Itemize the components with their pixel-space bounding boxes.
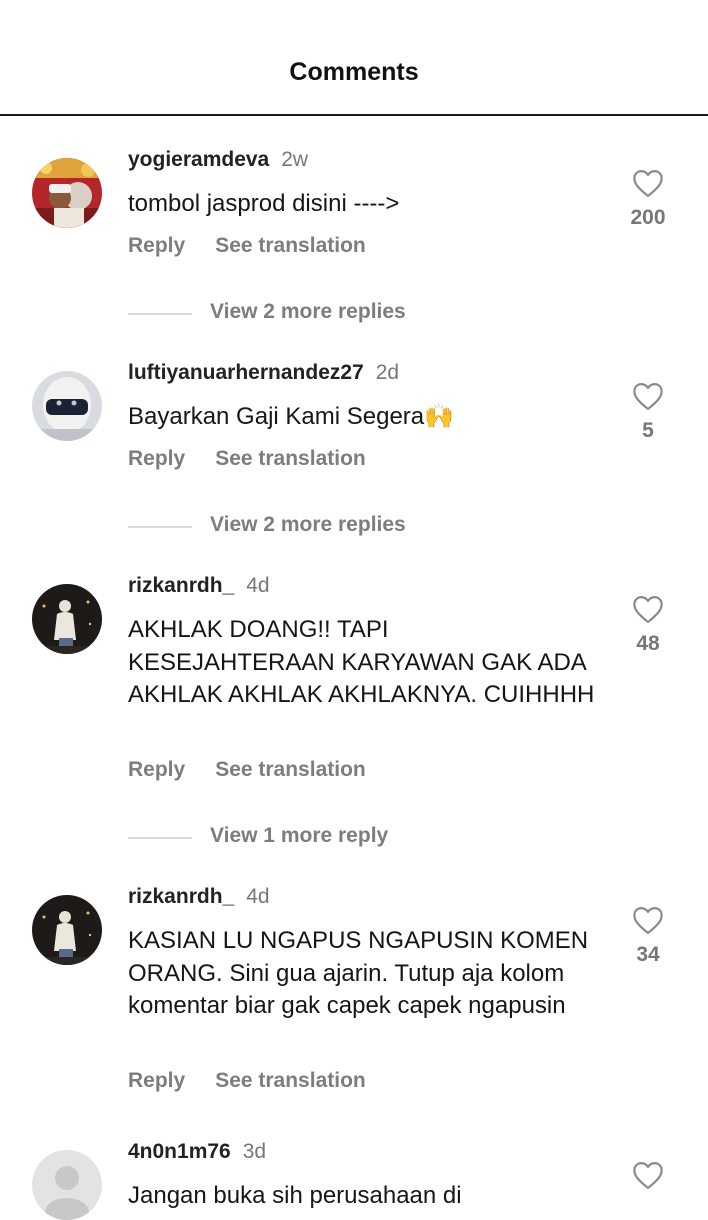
username[interactable]: 4n0n1m76 (128, 1140, 231, 1163)
reply-button[interactable]: Reply (128, 234, 185, 257)
see-translation-button[interactable]: See translation (215, 1069, 366, 1092)
like-count: 48 (636, 632, 660, 655)
comment-time: 2w (281, 148, 309, 171)
see-translation-button[interactable]: See translation (215, 447, 366, 470)
heart-icon[interactable] (631, 594, 665, 624)
comment-actions: Reply See translation (128, 758, 366, 782)
comment-meta: yogieramdeva 2w (128, 148, 308, 178)
page-title: Comments (289, 58, 419, 86)
avatar[interactable] (32, 584, 102, 654)
comment-text: tombol jasprod disini ----> (128, 190, 400, 217)
reply-button[interactable]: Reply (128, 758, 185, 781)
view-replies-label: View 2 more replies (210, 300, 406, 323)
like-count: 5 (642, 419, 654, 442)
comment-text: KASIAN LU NGAPUS NGAPUSIN KOMEN ORANG. S… (128, 927, 589, 1019)
comment-actions: Reply See translation (128, 234, 366, 258)
see-translation-button[interactable]: See translation (215, 234, 366, 257)
view-replies-label: View 1 more reply (210, 824, 389, 847)
comment-actions: Reply See translation (128, 1069, 366, 1093)
view-replies-label: View 2 more replies (210, 513, 406, 536)
avatar[interactable] (32, 895, 102, 965)
divider (128, 526, 192, 528)
reply-button[interactable]: Reply (128, 447, 185, 470)
like-control: 34 (618, 905, 678, 967)
username[interactable]: yogieramdeva (128, 148, 269, 171)
comment-meta: rizkanrdh_ 4d (128, 574, 270, 604)
comment-text: AKHLAK DOANG!! TAPI KESEJAHTERAAN KARYAW… (128, 616, 595, 708)
like-control: 200 (618, 168, 678, 230)
comment-time: 4d (246, 885, 270, 908)
comment-time: 4d (246, 574, 270, 597)
username[interactable]: luftiyanuarhernandez27 (128, 361, 364, 384)
like-control: 5 (618, 381, 678, 443)
heart-icon[interactable] (631, 381, 665, 411)
comment-meta: 4n0n1m76 3d (128, 1140, 266, 1170)
like-count: 200 (630, 206, 666, 229)
comment-meta: rizkanrdh_ 4d (128, 885, 270, 915)
avatar[interactable] (32, 158, 102, 228)
comment-text: Bayarkan Gaji Kami Segera🙌 (128, 403, 455, 430)
comment-time: 2d (375, 361, 400, 384)
comment-time: 3d (242, 1140, 267, 1163)
heart-icon[interactable] (631, 168, 665, 198)
divider (128, 837, 192, 839)
like-control: 48 (618, 594, 678, 656)
reply-button[interactable]: Reply (128, 1069, 185, 1092)
comments-header: Comments (0, 0, 708, 116)
comment-text: Jangan buka sih perusahaan di (128, 1182, 462, 1209)
heart-icon[interactable] (631, 905, 665, 935)
heart-icon[interactable] (631, 1160, 665, 1190)
comment-meta: luftiyanuarhernandez27 2d (128, 361, 399, 391)
comment-actions: Reply See translation (128, 447, 366, 471)
like-control (618, 1160, 678, 1190)
username[interactable]: rizkanrdh_ (128, 885, 234, 908)
avatar[interactable] (32, 371, 102, 441)
divider (128, 313, 192, 315)
like-count: 34 (636, 943, 660, 966)
see-translation-button[interactable]: See translation (215, 758, 366, 781)
avatar[interactable] (32, 1150, 102, 1220)
username[interactable]: rizkanrdh_ (128, 574, 234, 597)
